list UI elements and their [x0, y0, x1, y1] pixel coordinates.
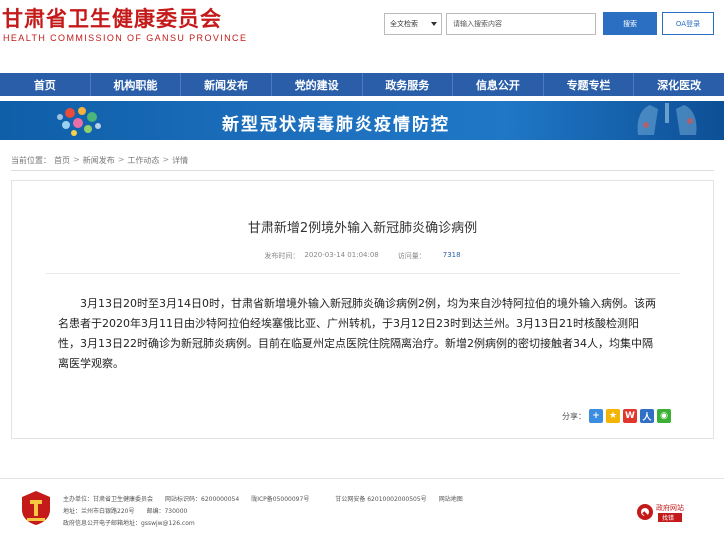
search-scope-label: 全文检索 [390, 20, 418, 28]
footer-info: 主办单位：甘肃省卫生健康委员会 网站标识码：6200000054 陇ICP备05… [63, 494, 463, 530]
nav-item-topics[interactable]: 专题专栏 [544, 73, 635, 96]
divider [0, 478, 724, 479]
nav-item-disclosure[interactable]: 信息公开 [453, 73, 544, 96]
nav-item-home[interactable]: 首页 [0, 73, 91, 96]
publish-date: 2020-03-14 01:04:08 [304, 251, 379, 259]
covid-banner[interactable]: 新型冠状病毒肺炎疫情防控 [0, 101, 724, 140]
breadcrumb-separator: > [73, 155, 80, 164]
breadcrumb-label: 当前位置： [11, 156, 51, 165]
view-count: 7318 [442, 251, 461, 259]
lung-icon [637, 103, 697, 135]
article-body: 3月13日20时至3月14日0时，甘肃省新增境外输入新冠肺炎确诊病例2例，均为来… [58, 297, 656, 370]
views-label: 访问量： [397, 252, 426, 260]
footer-sitemap[interactable]: 网站地图 [439, 494, 463, 506]
search-input[interactable]: 请输入搜索内容 [446, 13, 596, 35]
site-header: 甘肃省卫生健康委员会 HEALTH COMMISSION OF GANSU PR… [0, 0, 724, 46]
share-renren-icon[interactable]: 人 [640, 409, 654, 423]
date-label: 发布时间： [264, 252, 300, 260]
nav-item-services[interactable]: 政务服务 [363, 73, 454, 96]
breadcrumb-separator: > [117, 155, 125, 164]
footer-police-record[interactable]: 甘公网安备 62010002000505号 [335, 494, 426, 506]
main-nav: 首页 机构职能 新闻发布 党的建设 政务服务 信息公开 专题专栏 深化医改 [0, 73, 724, 96]
breadcrumb-separator: > [162, 155, 170, 164]
banner-title: 新型冠状病毒肺炎疫情防控 [222, 115, 450, 135]
breadcrumb-work-news[interactable]: 工作动态 [127, 155, 159, 166]
share-weibo-icon[interactable]: W [623, 409, 637, 423]
site-logo-subtitle: HEALTH COMMISSION OF GANSU PROVINCE [3, 33, 248, 43]
divider [46, 273, 680, 274]
footer-postcode: 邮编：730000 [146, 508, 188, 515]
party-emblem-icon [22, 491, 50, 525]
chevron-down-icon [431, 22, 437, 26]
site-logo-title[interactable]: 甘肃省卫生健康委员会 [2, 3, 222, 33]
footer-email-label: 政府信息公开电子邮箱地址： [63, 520, 142, 527]
breadcrumb-current: 详情 [172, 156, 189, 165]
nav-item-news[interactable]: 新闻发布 [181, 73, 272, 96]
breadcrumb-news[interactable]: 新闻发布 [83, 155, 115, 166]
oa-login-button[interactable]: OA登录 [662, 12, 714, 35]
footer-host: 主办单位：甘肃省卫生健康委员会 [63, 496, 154, 503]
decorative-circles-icon [57, 107, 101, 136]
divider [11, 170, 714, 171]
share-wechat-icon[interactable]: ◉ [657, 409, 671, 423]
gov-badge-text: 政府网站 [656, 503, 684, 512]
share-label: 分享： [562, 411, 586, 421]
search-scope-select[interactable]: 全文检索 [384, 13, 442, 35]
footer-icp[interactable]: 陇ICP备05000097号 [251, 494, 309, 506]
search-button[interactable]: 搜索 [603, 12, 657, 35]
article-card: 甘肃新增2例境外输入新冠肺炎确诊病例 发布时间： 2020-03-14 01:0… [11, 180, 714, 439]
footer-address: 地址：兰州市白银路220号 [63, 508, 135, 515]
breadcrumb-home[interactable]: 首页 [54, 155, 70, 166]
share-bar: 分享： + ★ W 人 ◉ [562, 409, 671, 423]
gov-badge-error-text: 找错 [662, 514, 674, 522]
nav-item-party[interactable]: 党的建设 [272, 73, 363, 96]
footer-site-code: 网站标识码：6200000054 [165, 496, 240, 503]
article-title: 甘肃新增2例境外输入新冠肺炎确诊病例 [247, 221, 478, 236]
footer-email[interactable]: gsswjw@126.com [141, 518, 195, 530]
share-qzone-icon[interactable]: ★ [606, 409, 620, 423]
article-meta: 发布时间： 2020-03-14 01:04:08 访问量： 7318 [12, 251, 713, 261]
nav-item-functions[interactable]: 机构职能 [91, 73, 182, 96]
share-more-icon[interactable]: + [589, 409, 603, 423]
gov-site-error-badge[interactable]: 政府网站 找错 [636, 500, 692, 524]
breadcrumb: 当前位置： 首页 > 新闻发布 > 工作动态 > 详情 [11, 155, 188, 166]
search-placeholder: 请输入搜索内容 [453, 20, 502, 28]
nav-item-reform[interactable]: 深化医改 [634, 73, 724, 96]
